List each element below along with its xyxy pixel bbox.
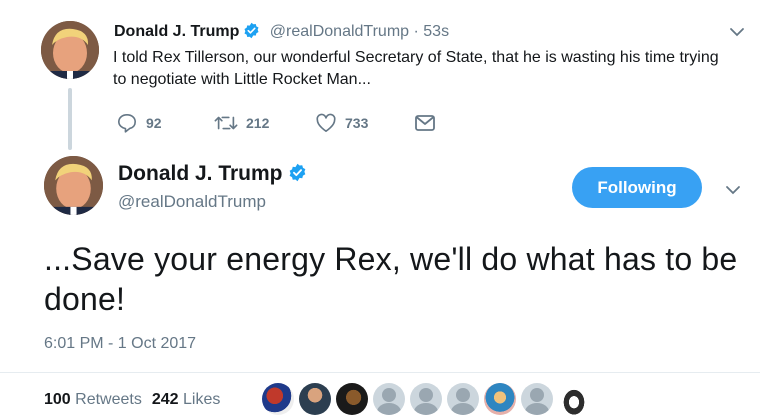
liker-avatar[interactable]: [484, 383, 516, 415]
liker-avatars: [262, 383, 595, 415]
focused-tweet-text: ...Save your energy Rex, we'll do what h…: [44, 241, 738, 317]
reply-count: 92: [146, 115, 162, 131]
tweet-timestamp[interactable]: 6:01 PM - 1 Oct 2017: [44, 333, 196, 355]
retweets-stat[interactable]: 100 Retweets: [44, 391, 152, 408]
tweet-age[interactable]: 53s: [423, 23, 449, 40]
retweets-label: Retweets: [75, 391, 142, 408]
reply-icon: [116, 113, 138, 133]
separator-dot: ·: [409, 23, 424, 40]
handle[interactable]: @realDonaldTrump: [118, 191, 266, 213]
display-name[interactable]: Donald J. Trump: [114, 23, 239, 40]
liker-avatar[interactable]: [336, 383, 368, 415]
liker-avatar[interactable]: [262, 383, 294, 415]
divider: [0, 372, 760, 373]
verified-badge-icon: [243, 22, 260, 45]
liker-avatar[interactable]: [410, 383, 442, 415]
liker-avatar[interactable]: [299, 383, 331, 415]
liker-avatar[interactable]: [447, 383, 479, 415]
thread-line: [68, 88, 72, 150]
chevron-down-icon[interactable]: [729, 25, 745, 43]
liker-avatar[interactable]: [521, 383, 553, 415]
parent-tweet-text: I told Rex Tillerson, our wonderful Secr…: [113, 49, 719, 88]
verified-badge-icon: [288, 163, 307, 189]
tweet-stats: 100 Retweets 242 Likes: [44, 389, 230, 411]
avatar[interactable]: [44, 156, 103, 215]
handle[interactable]: @realDonaldTrump: [270, 23, 409, 40]
retweet-count: 212: [246, 115, 270, 131]
display-name[interactable]: Donald J. Trump: [118, 162, 283, 185]
like-button[interactable]: 733: [315, 113, 414, 133]
avatar[interactable]: [41, 21, 99, 79]
chevron-down-icon[interactable]: [725, 183, 741, 201]
reply-button[interactable]: 92: [116, 113, 214, 133]
likes-stat[interactable]: 242 Likes: [152, 391, 231, 408]
likes-count: 242: [151, 391, 179, 408]
liker-avatar[interactable]: [558, 383, 590, 415]
like-count: 733: [345, 115, 369, 131]
envelope-icon: [414, 114, 436, 132]
direct-message-button[interactable]: [414, 114, 436, 132]
likes-label: Likes: [183, 391, 221, 408]
retweet-icon: [214, 114, 238, 132]
liker-avatar[interactable]: [373, 383, 405, 415]
focused-tweet-author: Donald J. Trump: [118, 161, 307, 189]
following-button[interactable]: Following: [572, 167, 702, 208]
retweets-count: 100: [44, 391, 71, 408]
tweet-actions: 92 212 733: [116, 111, 436, 135]
parent-tweet-header: Donald J. Trump @realDonaldTrump · 53s: [114, 22, 449, 45]
heart-icon: [315, 113, 337, 133]
retweet-button[interactable]: 212: [214, 114, 315, 132]
